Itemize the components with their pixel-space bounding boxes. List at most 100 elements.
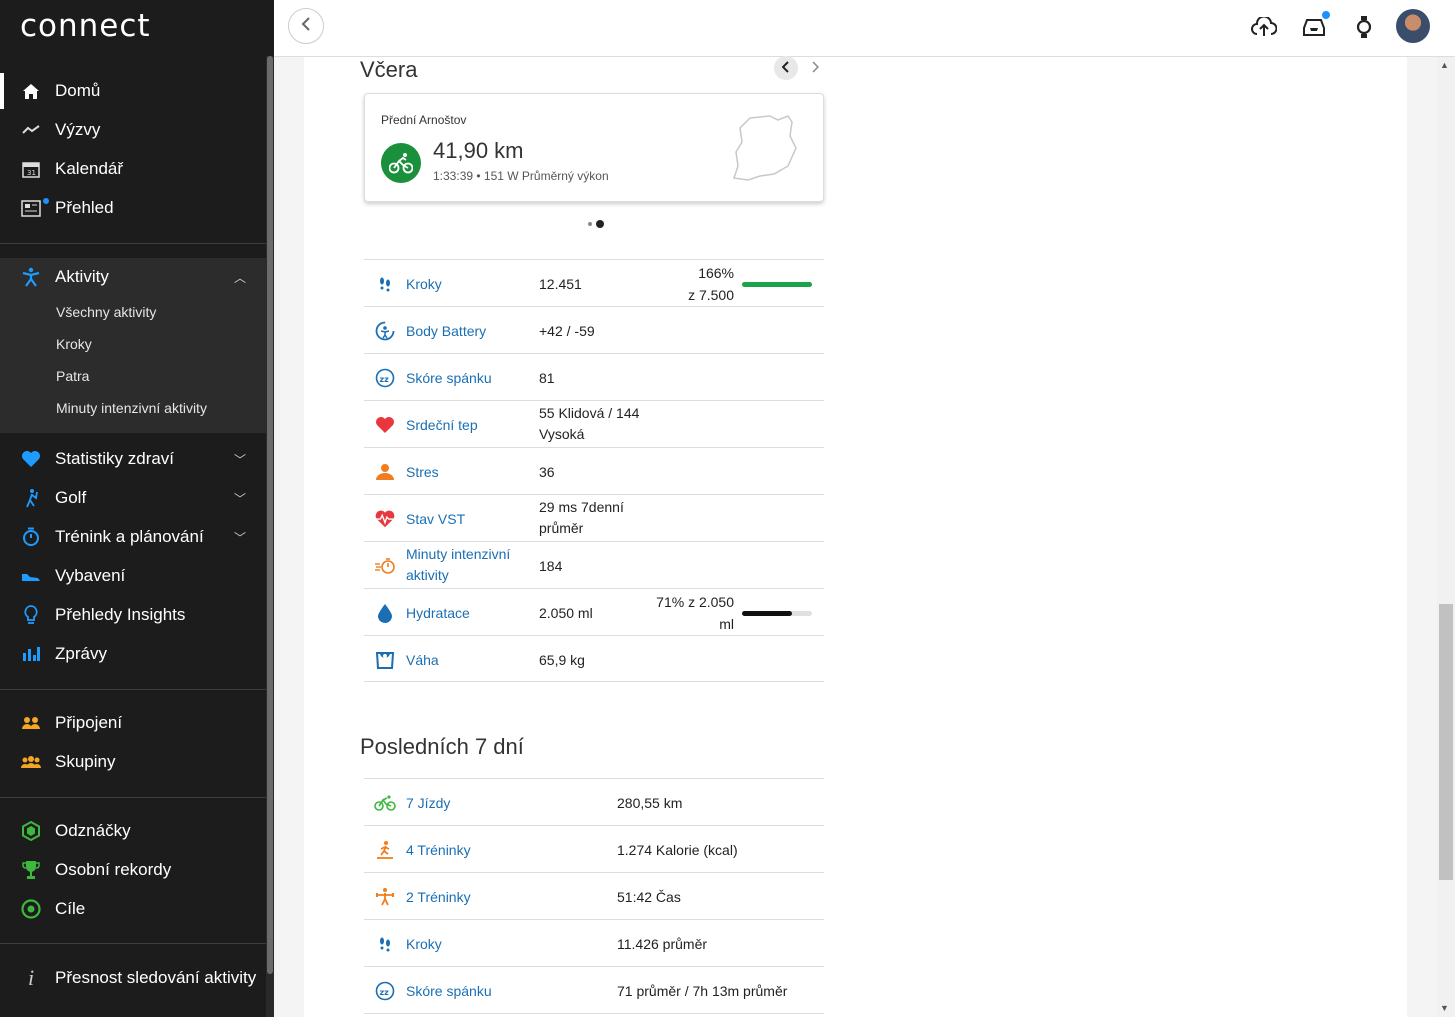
stat-label[interactable]: Kroky [406, 274, 531, 295]
sidebar-item-personal-records[interactable]: Osobní rekordy [0, 852, 266, 888]
sidebar-scrollbar-thumb[interactable] [267, 56, 273, 974]
carousel-dot[interactable] [588, 222, 592, 226]
stat-value: +42 / -59 [539, 323, 595, 339]
upload-cloud-icon[interactable] [1251, 14, 1277, 40]
stat-value: 51:42 Čas [617, 889, 681, 905]
sidebar-item-label: Aktivity [55, 267, 109, 286]
footsteps-icon [374, 933, 396, 955]
stat-value: 36 [539, 464, 555, 480]
stat-label[interactable]: Skóre spánku [406, 368, 531, 389]
sidebar-item-label: Vybavení [55, 566, 126, 585]
stat-label[interactable]: Minuty intenzivní aktivity [406, 544, 531, 586]
stat-row-body-battery[interactable]: Body Battery +42 / -59 [364, 306, 824, 354]
activity-card[interactable]: Přední Arnoštov 41,90 km 1:33:39 • 151 W… [364, 93, 824, 202]
subnav-intensity-minutes[interactable]: Minuty intenzivní aktivity [56, 400, 207, 416]
sidebar-item-health-stats[interactable]: Statistiky zdraví ﹀ [0, 441, 266, 477]
stat-row-sleep-score[interactable]: zz Skóre spánku 81 [364, 353, 824, 401]
top-bar [274, 0, 1455, 57]
steps-progress-bar [742, 282, 812, 287]
bike-icon [374, 792, 396, 814]
sidebar-item-training[interactable]: Trénink a plánování ﹀ [0, 519, 266, 555]
sidebar-item-insights[interactable]: Přehledy Insights [0, 597, 266, 633]
activity-distance: 41,90 km [433, 138, 524, 163]
carousel-dot-active[interactable] [596, 220, 604, 228]
trophy-icon [20, 860, 42, 880]
sidebar-item-news[interactable]: Přehled [0, 190, 266, 226]
connect-logo[interactable]: connect [20, 8, 151, 44]
sidebar-item-connections[interactable]: Připojení [0, 705, 266, 741]
sidebar-item-badges[interactable]: Odznáčky [0, 813, 266, 849]
stat-label[interactable]: 2 Tréninky [406, 887, 531, 908]
stat-row-heart-rate[interactable]: Srdeční tep 55 Klidová / 144 Vysoká [364, 400, 824, 448]
stat-label[interactable]: Kroky [406, 934, 531, 955]
sidebar-item-home[interactable]: Domů [0, 73, 266, 109]
stat-row-trainings-calories[interactable]: 4 Tréninky 1.274 Kalorie (kcal) [364, 825, 824, 873]
stat-row-steps[interactable]: Kroky 12.451 166% z 7.500 [364, 259, 824, 307]
stat-row-steps-avg[interactable]: Kroky 11.426 průměr [364, 919, 824, 967]
stat-label[interactable]: 7 Jízdy [406, 793, 531, 814]
stat-label[interactable]: Hydratace [406, 603, 531, 624]
chevron-right-icon [811, 60, 820, 76]
stat-value: 65,9 kg [539, 652, 585, 668]
sidebar-item-calendar[interactable]: 31 Kalendář [0, 151, 266, 187]
stat-row-weight[interactable]: Váha 65,9 kg [364, 635, 824, 683]
main-scrollbar-thumb[interactable] [1439, 604, 1453, 880]
row-divider [364, 681, 824, 682]
subnav-floors[interactable]: Patra [56, 368, 89, 384]
back-button[interactable] [288, 8, 324, 44]
sidebar-item-golf[interactable]: Golf ﹀ [0, 480, 266, 516]
scroll-down-icon[interactable]: ▼ [1440, 1003, 1449, 1013]
subnav-all-activities[interactable]: Všechny aktivity [56, 304, 156, 320]
sidebar-item-activities[interactable]: Aktivity ︿ [0, 259, 266, 295]
sleep-icon: zz [374, 980, 396, 1002]
sidebar-item-reports[interactable]: Zprávy [0, 636, 266, 672]
avatar[interactable] [1396, 9, 1430, 43]
stat-row-hrv[interactable]: Stav VST 29 ms 7denní průměr [364, 494, 824, 542]
stat-value: 11.426 průměr [617, 936, 708, 952]
sidebar-item-label: Výzvy [55, 120, 101, 139]
next-button[interactable] [803, 56, 827, 80]
svg-text:zz: zz [380, 988, 390, 997]
stat-row-hydration[interactable]: Hydratace 2.050 ml 71% z 2.050 ml [364, 588, 824, 636]
stat-label[interactable]: Srdeční tep [406, 415, 531, 436]
stat-row-rides[interactable]: 7 Jízdy 280,55 km [364, 778, 824, 826]
sidebar-divider [0, 689, 266, 690]
sidebar-item-label: Přehled [55, 198, 114, 217]
shoe-icon [20, 566, 42, 586]
chevron-down-icon: ﹀ [234, 491, 247, 506]
stat-row-stress[interactable]: Stres 36 [364, 447, 824, 495]
activity-details: 1:33:39 • 151 W Průměrný výkon [433, 169, 609, 183]
sidebar-divider [0, 943, 266, 944]
stat-row-intensity-minutes[interactable]: Minuty intenzivní aktivity 184 [364, 541, 824, 589]
stat-value: 184 [539, 558, 563, 574]
footsteps-icon [374, 273, 396, 295]
stat-row-trainings-time[interactable]: 2 Tréninky 51:42 Čas [364, 872, 824, 920]
cycling-icon [381, 143, 421, 183]
sidebar-divider [0, 243, 266, 244]
scroll-up-icon[interactable]: ▲ [1440, 60, 1449, 70]
connections-icon [20, 713, 42, 733]
stat-value: 55 Klidová / 144 Vysoká [539, 405, 640, 442]
sidebar-item-groups[interactable]: Skupiny [0, 744, 266, 780]
stat-label[interactable]: Body Battery [406, 321, 531, 342]
sidebar-item-tracking-accuracy[interactable]: i Přesnost sledování aktivity [0, 960, 266, 996]
stat-label[interactable]: Stav VST [406, 509, 531, 530]
prev-button[interactable] [774, 56, 798, 80]
stat-row-sleep-avg[interactable]: zz Skóre spánku 71 průměr / 7h 13m průmě… [364, 966, 824, 1014]
stat-label[interactable]: Váha [406, 650, 531, 671]
hrv-icon [374, 508, 396, 530]
activity-name[interactable]: Přední Arnoštov [381, 113, 466, 127]
chevron-left-icon [781, 60, 790, 76]
target-icon [20, 899, 42, 919]
sidebar-item-challenges[interactable]: Výzvy [0, 112, 266, 148]
sidebar-item-goals[interactable]: Cíle [0, 891, 266, 927]
stat-label[interactable]: Stres [406, 462, 531, 483]
strength-icon [374, 886, 396, 908]
stat-label[interactable]: Skóre spánku [406, 981, 531, 1002]
subnav-steps[interactable]: Kroky [56, 336, 92, 352]
stat-label[interactable]: 4 Tréninky [406, 840, 531, 861]
stat-value: 280,55 km [617, 795, 683, 811]
watch-icon[interactable] [1351, 14, 1377, 40]
home-icon [20, 81, 42, 101]
sidebar-item-gear[interactable]: Vybavení [0, 558, 266, 594]
